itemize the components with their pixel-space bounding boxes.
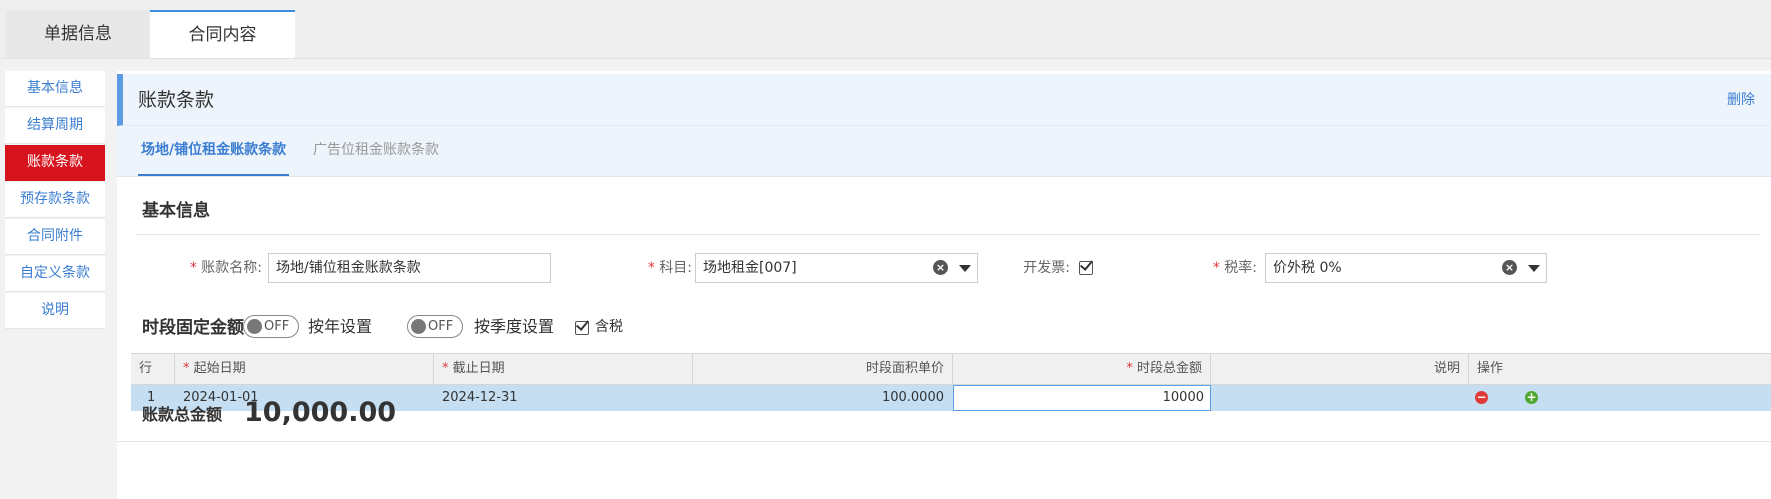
col-end-date-text: 截止日期 [452, 361, 505, 376]
chevron-down-icon[interactable] [959, 265, 971, 272]
chevron-down-icon[interactable] [1528, 265, 1540, 272]
toggle-knob [247, 319, 262, 334]
payment-name-input[interactable]: 场地/铺位租金账款条款 [268, 253, 551, 283]
tax-rate-select[interactable]: 价外税 0% × [1265, 253, 1547, 283]
divider [136, 234, 1761, 235]
divider [117, 441, 1771, 442]
tax-rate-label: * 税率: [1177, 253, 1257, 283]
required-mark: * [1126, 361, 1133, 376]
required-mark: * [183, 361, 190, 376]
sub-tab-bar: 场地/铺位租金账款条款 广告位租金账款条款 [117, 126, 1771, 177]
tax-rate-value: 价外税 0% [1273, 260, 1342, 276]
top-tab-bar: 单据信息 合同内容 [0, 0, 1771, 59]
main-panel: 账款条款 删除 场地/铺位租金账款条款 广告位租金账款条款 基本信息 * 账款名… [117, 71, 1771, 499]
cell-end-date[interactable]: 2024-12-31 [434, 385, 693, 410]
col-ops: 操作 [1477, 361, 1504, 376]
clear-icon[interactable]: × [933, 260, 948, 275]
col-unit-price[interactable]: 时段面积单价 [693, 354, 953, 384]
sidebar-item-settlement-cycle[interactable]: 结算周期 [5, 108, 105, 144]
fixed-amount-heading: 时段固定金额 [142, 318, 244, 338]
payment-name-label-text: 账款名称: [201, 260, 262, 276]
delete-link[interactable]: 删除 [1727, 74, 1755, 126]
col-row: 行 [131, 354, 175, 384]
sidebar-item-notes[interactable]: 说明 [5, 293, 105, 329]
subject-label-text: 科目: [659, 260, 692, 276]
invoice-label: 开发票: [1023, 260, 1070, 276]
tax-included-label: 含税 [595, 319, 623, 335]
by-quarter-label: 按季度设置 [474, 317, 555, 336]
sidebar: 基本信息 结算周期 账款条款 预存款条款 合同附件 自定义条款 说明 [5, 71, 105, 330]
tab-venue-rent-terms[interactable]: 场地/铺位租金账款条款 [138, 126, 290, 176]
sidebar-item-basic-info[interactable]: 基本信息 [5, 71, 105, 107]
toggle-state: OFF [428, 319, 454, 334]
table-header: 行 * 起始日期 * 截止日期 时段面积单价 * 时段总金额 说明 操作 [131, 353, 1771, 385]
tab-document-info[interactable]: 单据信息 [6, 10, 150, 58]
col-note[interactable]: 说明 [1211, 354, 1469, 384]
col-start-date-text: 起始日期 [193, 361, 246, 376]
tab-contract-content[interactable]: 合同内容 [150, 10, 295, 58]
col-start-date[interactable]: * 起始日期 [175, 354, 434, 384]
check-icon [1079, 257, 1094, 271]
sidebar-item-payment-terms[interactable]: 账款条款 [5, 145, 105, 181]
required-mark: * [647, 260, 655, 276]
tab-ad-rent-terms[interactable]: 广告位租金账款条款 [313, 126, 439, 176]
tax-rate-label-text: 税率: [1224, 260, 1257, 276]
cell-note[interactable] [1211, 385, 1469, 410]
toggle-knob [411, 319, 426, 334]
required-mark: * [442, 361, 449, 376]
basic-info-heading: 基本信息 [142, 201, 210, 221]
cell-unit-price[interactable]: 100.0000 [693, 385, 953, 410]
subject-value: 场地租金[007] [703, 260, 797, 276]
payment-name-label: * 账款名称: [177, 253, 262, 283]
by-quarter-toggle[interactable]: OFF [407, 315, 463, 338]
sidebar-item-deposit-terms[interactable]: 预存款条款 [5, 182, 105, 218]
col-period-total[interactable]: * 时段总金额 [953, 354, 1211, 384]
subject-label: * 科目: [607, 253, 692, 283]
tax-included-checkbox[interactable] [575, 317, 590, 335]
required-mark: * [189, 260, 197, 276]
col-period-total-text: 时段总金额 [1136, 361, 1202, 376]
section-title: 账款条款 [138, 89, 215, 111]
check-icon [575, 317, 590, 331]
sidebar-item-custom-terms[interactable]: 自定义条款 [5, 256, 105, 292]
remove-row-icon[interactable]: − [1475, 391, 1488, 404]
total-amount-label: 账款总金额 [142, 405, 223, 424]
subject-select[interactable]: 场地租金[007] × [695, 253, 978, 283]
required-mark: * [1212, 260, 1220, 276]
by-year-toggle[interactable]: OFF [243, 315, 299, 338]
clear-icon[interactable]: × [1502, 260, 1517, 275]
sidebar-item-attachments[interactable]: 合同附件 [5, 219, 105, 255]
by-year-label: 按年设置 [308, 317, 373, 336]
col-end-date[interactable]: * 截止日期 [434, 354, 693, 384]
period-total-input[interactable]: 10000 [953, 385, 1211, 411]
invoice-checkbox[interactable] [1079, 257, 1094, 275]
total-amount-value: 10,000.00 [244, 397, 397, 428]
add-row-icon[interactable]: + [1525, 391, 1538, 404]
toggle-state: OFF [264, 319, 290, 334]
cell-ops: − + [1469, 385, 1771, 410]
section-header: 账款条款 删除 [117, 74, 1771, 126]
